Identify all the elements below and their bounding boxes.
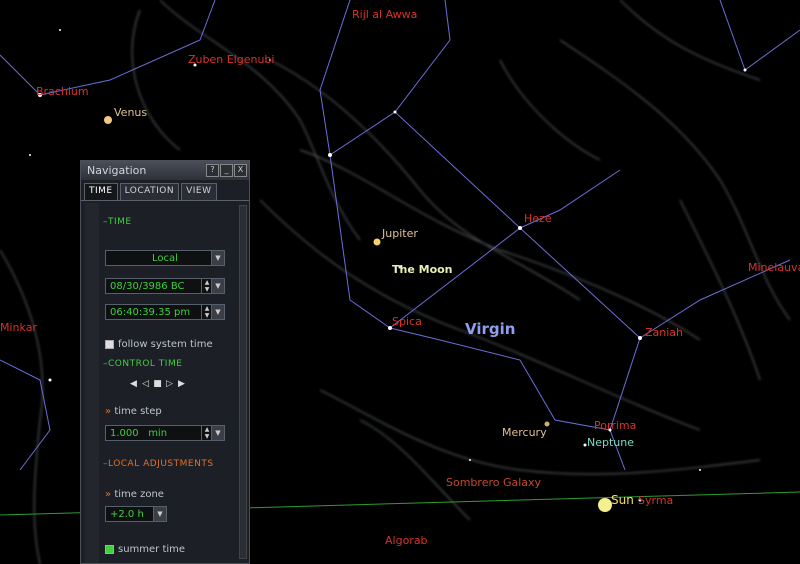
time-zone-label: » time zone bbox=[105, 489, 164, 500]
panel-left-bar bbox=[85, 203, 99, 563]
label-spica: Spica bbox=[392, 315, 422, 328]
tab-view[interactable]: VIEW bbox=[181, 183, 217, 200]
rewind-fast-icon[interactable]: ◀ bbox=[129, 379, 138, 390]
label-zuben-elgenubi: Zuben Elgenubi bbox=[188, 53, 275, 66]
label-rijl-al-awwa: Rijl al Awwa bbox=[352, 8, 418, 21]
label-jupiter: Jupiter bbox=[382, 227, 418, 240]
rewind-icon[interactable]: ◁ bbox=[141, 379, 150, 390]
navigation-body: –TIME Local ▼ 08/30/3986 BC ▲ ▼ ▼ 06:40:3… bbox=[81, 200, 249, 563]
label-mercury: Mercury bbox=[502, 426, 547, 439]
label-the-moon: The Moon bbox=[392, 263, 453, 276]
follow-system-time-checkbox[interactable]: follow system time bbox=[105, 339, 213, 350]
date-input[interactable]: 08/30/3986 BC ▲ ▼ ▼ bbox=[105, 278, 225, 294]
time-zone-chevron-icon[interactable]: ▼ bbox=[153, 507, 166, 521]
help-icon[interactable]: ? bbox=[206, 164, 219, 177]
forward-fast-icon[interactable]: ▶ bbox=[177, 379, 186, 390]
summer-time-checkbox[interactable]: summer time bbox=[105, 544, 185, 555]
stop-icon[interactable]: ■ bbox=[153, 379, 162, 390]
label-sun: Sun bbox=[611, 493, 634, 507]
time-input[interactable]: 06:40:39.35 pm ▲ ▼ ▼ bbox=[105, 304, 225, 320]
label-minelauva: Minelauva bbox=[748, 261, 800, 274]
checkbox-icon[interactable] bbox=[105, 339, 114, 349]
venus-marker bbox=[104, 116, 112, 124]
label-venus: Venus bbox=[114, 106, 148, 119]
label-zaniah: Zaniah bbox=[645, 326, 684, 339]
tab-time[interactable]: TIME bbox=[84, 183, 118, 200]
time-zone-select[interactable]: +2.0 h ▼ bbox=[105, 506, 167, 522]
label-minkar: Minkar bbox=[0, 321, 37, 334]
time-dropdown-icon[interactable]: ▼ bbox=[211, 305, 224, 319]
label-syrma: Syrma bbox=[638, 494, 674, 507]
label-neptune: Neptune bbox=[587, 436, 635, 449]
time-controls: ◀ ◁ ■ ▷ ▶ bbox=[129, 379, 186, 390]
navigation-tabs: TIME LOCATION VIEW bbox=[81, 180, 249, 200]
calendar-dropdown-icon[interactable]: ▼ bbox=[211, 279, 224, 293]
label-sombrero-galaxy: Sombrero Galaxy bbox=[446, 476, 542, 489]
sun-marker bbox=[598, 498, 612, 512]
section-control-time[interactable]: –CONTROL TIME bbox=[103, 359, 182, 369]
label-algorab: Algorab bbox=[385, 534, 428, 547]
section-local-adjustments[interactable]: –LOCAL ADJUSTMENTS bbox=[103, 459, 214, 469]
tab-location[interactable]: LOCATION bbox=[119, 183, 180, 200]
chevron-down-icon[interactable]: ▼ bbox=[211, 251, 224, 265]
play-icon[interactable]: ▷ bbox=[165, 379, 174, 390]
close-icon[interactable]: X bbox=[234, 164, 247, 177]
checkbox-checked-icon[interactable] bbox=[105, 544, 114, 554]
time-mode-select[interactable]: Local ▼ bbox=[105, 250, 225, 266]
label-brachium: Brachium bbox=[36, 85, 89, 98]
time-step-input[interactable]: 1.000 min ▲ ▼ ▼ bbox=[105, 425, 225, 441]
section-time[interactable]: –TIME bbox=[103, 217, 132, 227]
panel-scrollbar[interactable] bbox=[239, 205, 247, 559]
minimize-icon[interactable]: _ bbox=[220, 164, 233, 177]
time-step-label: » time step bbox=[105, 406, 162, 417]
time-step-dropdown-icon[interactable]: ▼ bbox=[211, 426, 224, 440]
navigation-panel[interactable]: Navigation ? _ X TIME LOCATION VIEW –TIM… bbox=[80, 160, 250, 564]
navigation-title: Navigation bbox=[87, 164, 147, 177]
navigation-titlebar[interactable]: Navigation ? _ X bbox=[81, 161, 249, 180]
label-porrima: Porrima bbox=[594, 419, 637, 432]
label-heze: Heze bbox=[524, 212, 552, 225]
jupiter-marker bbox=[373, 238, 381, 246]
sky-view[interactable]: Rijl al Awwa Zuben Elgenubi Brachium Ven… bbox=[0, 0, 800, 564]
label-virgo: Virgin bbox=[465, 320, 516, 338]
